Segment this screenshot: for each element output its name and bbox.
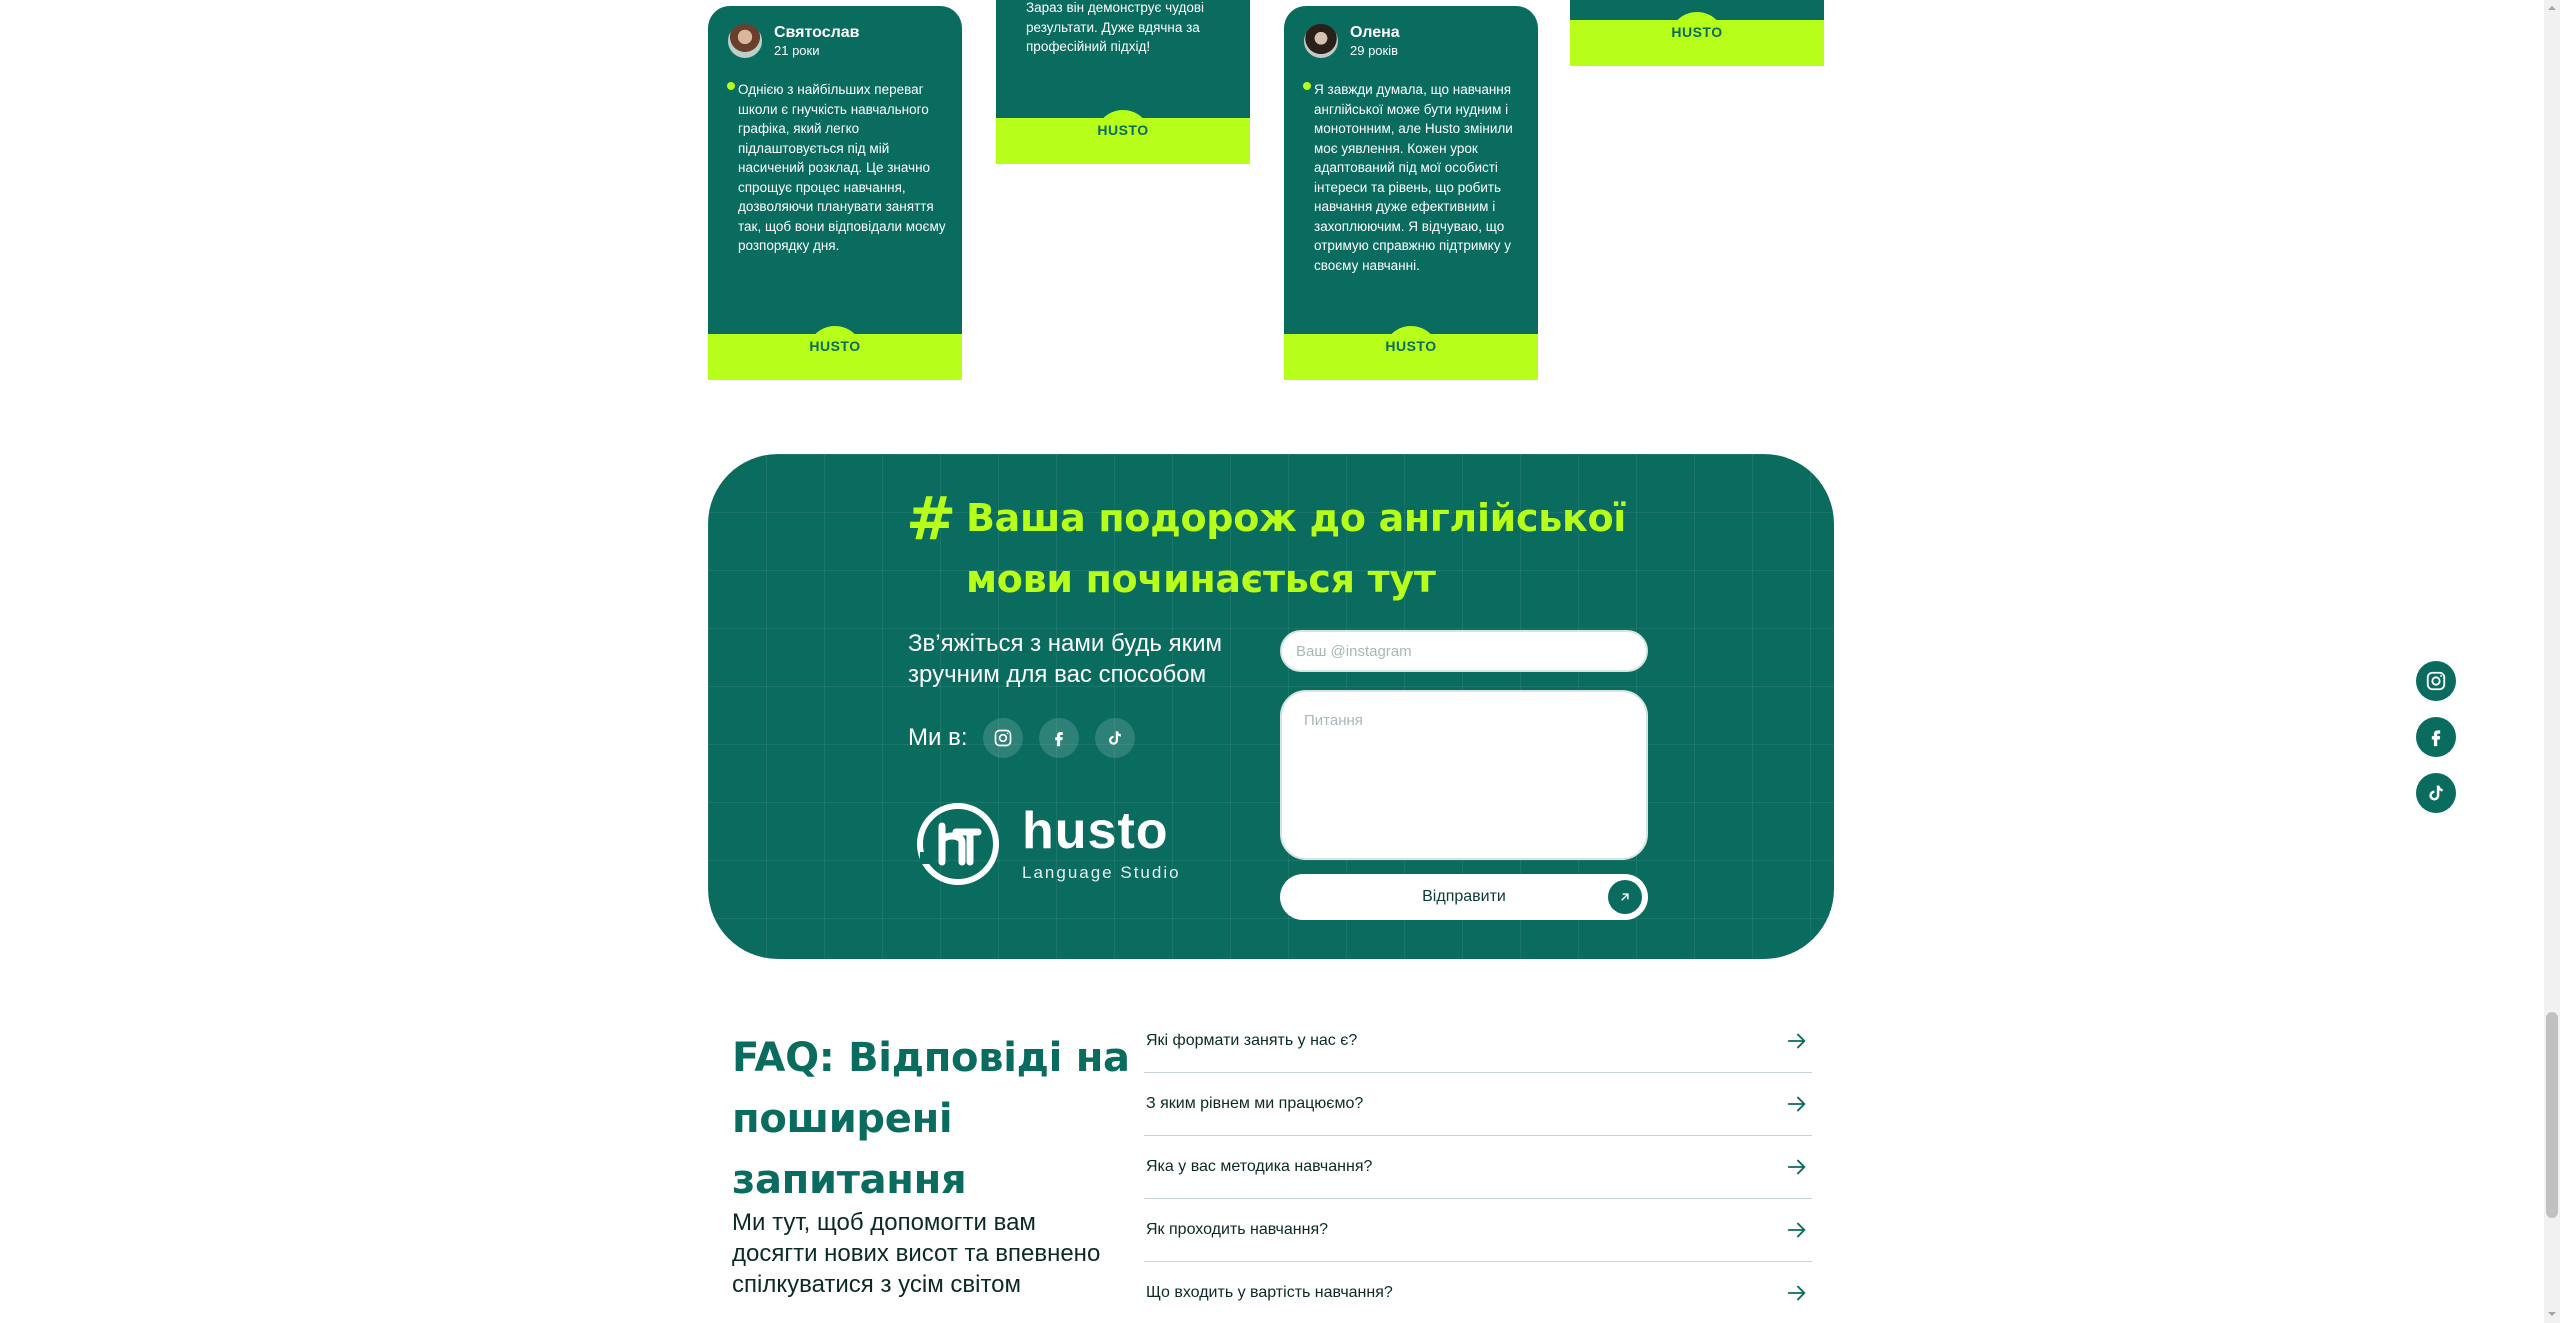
brand-name: husto xyxy=(1022,802,1169,860)
scroll-down-arrow-icon[interactable] xyxy=(2546,1308,2558,1320)
instagram-link[interactable] xyxy=(983,718,1024,758)
faq-title: FAQ: Відповіді на поширені запитання xyxy=(732,1035,1130,1203)
scrollbar-thumb[interactable] xyxy=(2546,1012,2558,1218)
review-text: Однією з найбільших переваг школи є гнуч… xyxy=(738,82,946,253)
scroll-up-arrow-icon[interactable] xyxy=(2546,2,2558,14)
contact-title: Ваша подорож до англійської мови починає… xyxy=(966,496,1626,601)
hash-icon: # xyxy=(906,484,957,554)
faq-item[interactable]: Як проходить навчання? xyxy=(1144,1199,1812,1262)
faq-question: Які формати занять у нас є? xyxy=(1146,1032,1358,1049)
floating-facebook-button[interactable] xyxy=(2416,717,2456,757)
facebook-icon xyxy=(2431,730,2441,747)
card-logo: HUSTO xyxy=(1385,338,1437,354)
review-age: 29 років xyxy=(1350,42,1399,58)
floating-tiktok-button[interactable] xyxy=(2416,773,2456,813)
page: Святослав 21 роки Однією з найбільших пе… xyxy=(0,0,2560,1323)
review-author: Святослав 21 роки xyxy=(726,22,860,60)
contact-subtitle: Зв’яжіться з нами будь яким зручним для … xyxy=(908,630,1222,688)
review-text: Я завжди думала, що навчання англійської… xyxy=(1314,82,1513,273)
brand-logo: husto Language Studio xyxy=(916,802,1181,886)
review-card: Святослав 21 роки Однією з найбільших пе… xyxy=(708,6,962,386)
instagram-input[interactable] xyxy=(1280,630,1648,672)
card-logo: HUSTO xyxy=(809,338,861,354)
tiktok-icon xyxy=(1109,731,1122,745)
brand-tagline: Language Studio xyxy=(1022,863,1181,882)
faq-subtitle: Ми тут, щоб допомогти вам досягти нових … xyxy=(732,1209,1101,1298)
arrow-right-icon xyxy=(1787,1159,1806,1175)
social-row: Ми в: xyxy=(908,718,1136,758)
review-card: Олена 29 років Я завжди думала, що навча… xyxy=(1284,6,1538,386)
faq-item[interactable]: Що входить у вартість навчання? xyxy=(1144,1262,1812,1323)
review-card: HUSTO xyxy=(1570,0,1824,72)
card-logo: HUSTO xyxy=(1097,122,1149,138)
review-card: Зараз він демонструє чудові результати. … xyxy=(996,0,1250,170)
tiktok-icon xyxy=(2429,785,2443,801)
card-logo: HUSTO xyxy=(1671,24,1723,40)
social-label: Ми в: xyxy=(908,724,968,751)
review-text: Зараз він демонструє чудові результати. … xyxy=(1026,0,1205,54)
avatar xyxy=(1302,22,1340,60)
avatar xyxy=(726,22,764,60)
arrow-up-right-icon xyxy=(1608,880,1642,914)
arrow-right-icon xyxy=(1787,1096,1806,1112)
review-name: Олена xyxy=(1350,23,1400,41)
arrow-right-icon xyxy=(1787,1285,1806,1301)
arrow-right-icon xyxy=(1787,1033,1806,1049)
review-age: 21 роки xyxy=(774,42,820,58)
send-button-label: Відправити xyxy=(1422,888,1506,905)
instagram-icon xyxy=(995,729,1012,747)
question-textarea[interactable] xyxy=(1280,690,1648,860)
faq-item[interactable]: Які формати занять у нас є? xyxy=(1144,1010,1812,1073)
quote-bullet xyxy=(727,82,735,90)
faq-question: Як проходить навчання? xyxy=(1146,1221,1329,1238)
review-name: Святослав xyxy=(774,23,860,41)
tiktok-link[interactable] xyxy=(1095,718,1136,758)
faq-question: Що входить у вартість навчання? xyxy=(1146,1284,1393,1301)
faq-item[interactable]: Яка у вас методика навчання? xyxy=(1144,1136,1812,1199)
quote-bullet xyxy=(1303,82,1311,90)
faq-list: Які формати занять у нас є? З яким рівне… xyxy=(1144,1010,1812,1323)
facebook-link[interactable] xyxy=(1039,718,1080,758)
facebook-icon xyxy=(1055,732,1064,747)
send-button[interactable]: Відправити xyxy=(1280,874,1648,920)
review-author: Олена 29 років xyxy=(1302,22,1400,60)
contact-section: # Ваша подорож до англійської мови почин… xyxy=(708,454,1834,959)
floating-instagram-button[interactable] xyxy=(2416,661,2456,701)
arrow-right-icon xyxy=(1787,1222,1806,1238)
husto-logo-icon xyxy=(917,803,999,885)
instagram-icon xyxy=(2426,671,2446,691)
faq-question: Яка у вас методика навчання? xyxy=(1146,1158,1373,1175)
faq-question: З яким рівнем ми працюємо? xyxy=(1146,1095,1364,1112)
faq-item[interactable]: З яким рівнем ми працюємо? xyxy=(1144,1073,1812,1136)
